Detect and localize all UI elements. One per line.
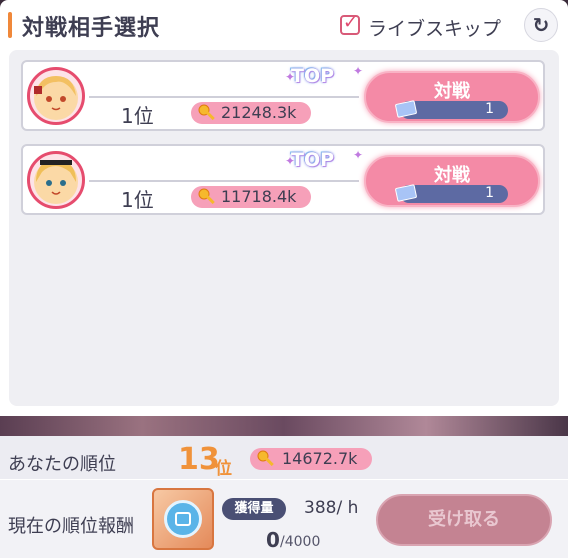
your-score-pill: 14672.7k — [250, 448, 372, 470]
opponent-name-underline — [89, 180, 359, 182]
ticket-count: 1 — [485, 185, 494, 201]
refresh-icon: ↻ — [532, 13, 550, 37]
reward-progress-value: 0 — [266, 528, 280, 552]
opponent-avatar — [27, 151, 85, 209]
sparkle-icon: ✦ — [353, 64, 364, 78]
key-icon — [197, 187, 217, 211]
opponent-select-panel: 対戦相手選択 ✓ ライブスキップ ↻ ✦ TOP ✦ 1位 21248.3k 対… — [0, 0, 568, 416]
ticket-bar: 1 — [394, 184, 508, 203]
ticket-icon — [394, 100, 418, 118]
battle-button[interactable]: 対戦 1 — [364, 155, 540, 207]
your-score: 14672.7k — [282, 449, 358, 468]
top-badge: TOP — [291, 149, 335, 171]
battle-label: 対戦 — [434, 165, 470, 186]
reward-item-icon[interactable] — [152, 488, 214, 550]
opponent-name-underline — [89, 96, 359, 98]
live-skip-label[interactable]: ライブスキップ — [368, 14, 501, 41]
opponent-card: ✦ TOP ✦ 1位 21248.3k 対戦 1 — [21, 60, 545, 131]
ticket-count: 1 — [485, 101, 494, 117]
ticket-bar: 1 — [394, 100, 508, 119]
reward-label: 現在の順位報酬 — [8, 516, 134, 537]
key-icon — [256, 449, 276, 473]
reward-progress-max: /4000 — [280, 534, 321, 550]
opponent-avatar — [27, 67, 85, 125]
page-title: 対戦相手選択 — [22, 16, 161, 41]
battle-button[interactable]: 対戦 1 — [364, 71, 540, 123]
opponent-score-pill: 21248.3k — [191, 102, 311, 124]
check-icon: ✓ — [343, 12, 359, 33]
header: 対戦相手選択 ✓ ライブスキップ ↻ — [0, 0, 568, 50]
top-badge: TOP — [291, 65, 335, 87]
receive-button[interactable]: 受け取る — [376, 494, 552, 546]
title-accent-bar — [8, 12, 12, 38]
refresh-button[interactable]: ↻ — [524, 8, 558, 42]
opponent-rank: 1位 — [121, 188, 154, 212]
your-rank-unit: 位 — [215, 459, 232, 479]
opponent-rank: 1位 — [121, 104, 154, 128]
ranking-footer: あなたの順位 13 位 14672.7k 現在の順位報酬 獲得量 388/ h … — [0, 436, 568, 558]
opponent-list[interactable]: ✦ TOP ✦ 1位 21248.3k 対戦 1 ✦ TOP ✦ 1位 1171… — [9, 50, 559, 406]
ticket-icon — [394, 184, 418, 202]
gain-badge: 獲得量 — [222, 498, 286, 520]
key-icon — [197, 103, 217, 127]
opponent-score: 21248.3k — [221, 103, 297, 122]
background-strip — [0, 416, 568, 436]
ticket-icon — [175, 512, 191, 526]
sparkle-icon: ✦ — [353, 148, 364, 162]
opponent-score: 11718.4k — [221, 187, 297, 206]
battle-label: 対戦 — [434, 81, 470, 102]
opponent-card: ✦ TOP ✦ 1位 11718.4k 対戦 1 — [21, 144, 545, 215]
reward-orb-icon — [164, 500, 202, 538]
opponent-score-pill: 11718.4k — [191, 186, 311, 208]
live-skip-checkbox[interactable]: ✓ — [340, 12, 360, 35]
your-rank-label: あなたの順位 — [8, 454, 116, 475]
your-rank-row: あなたの順位 13 位 14672.7k — [0, 436, 568, 480]
gain-rate: 388/ h — [304, 498, 359, 518]
your-rank-value: 13 — [178, 442, 220, 477]
